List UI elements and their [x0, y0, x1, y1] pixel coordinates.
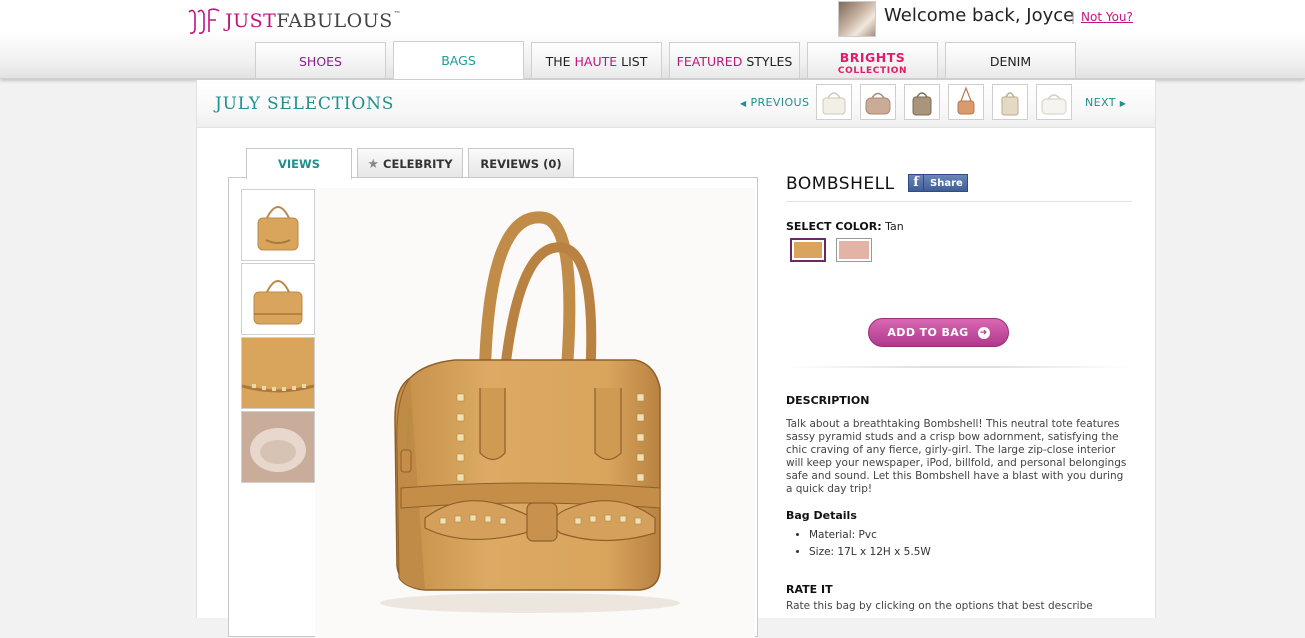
nav-tab-label: DENIM [989, 54, 1032, 69]
star-icon: ★ [367, 157, 380, 172]
rate-it-text: Rate this bag by clicking on the options… [786, 600, 1093, 612]
divider [786, 366, 1132, 368]
logo-fabulous: FABULOUS [276, 10, 393, 32]
facebook-icon: f [909, 175, 924, 191]
bag-details-list: Material: Pvc Size: 17L x 12H x 5.5W [809, 529, 931, 563]
selection-thumb[interactable] [948, 84, 984, 120]
nav-tab-label-the: THE [545, 54, 575, 69]
selection-thumb[interactable] [1036, 84, 1072, 120]
tab-views-label: VIEWS [277, 157, 320, 171]
nav-tab-label: SHOES [298, 54, 342, 69]
bag-back-thumb-icon [253, 280, 303, 325]
color-swatch-blush[interactable] [836, 238, 872, 262]
nav-tab-featured-styles[interactable]: FEATURED STYLES [669, 42, 800, 78]
description-heading: DESCRIPTION [786, 394, 870, 407]
chevron-right-icon: ▶ [1119, 99, 1127, 108]
selections-title: JULY SELECTIONS [215, 94, 395, 114]
detail-material: Material: Pvc [809, 529, 931, 541]
next-link[interactable]: NEXT ▶ [1085, 96, 1126, 109]
selected-color-value: Tan [885, 220, 904, 233]
selection-thumb[interactable] [992, 84, 1028, 120]
next-label: NEXT [1085, 96, 1116, 109]
nav-tab-haute-list[interactable]: THE HAUTE LIST [531, 42, 662, 78]
bag-interior-thumb-icon [242, 412, 314, 482]
justfabulous-logo[interactable]: JUSTFABULOUS™ [185, 6, 401, 36]
bag-details-heading: Bag Details [786, 509, 857, 522]
nav-tab-label-haute: HAUTE [574, 54, 618, 69]
nav-tab-label: BAGS [441, 53, 476, 68]
avatar[interactable] [838, 1, 876, 37]
nav-tab-bags[interactable]: BAGS [393, 41, 524, 79]
selection-thumb[interactable] [816, 84, 852, 120]
selection-thumb[interactable] [860, 84, 896, 120]
detail-size: Size: 17L x 12H x 5.5W [809, 546, 931, 558]
tab-celebrity[interactable]: ★ CELEBRITY [357, 148, 463, 178]
top-header: JUSTFABULOUS™ Welcome back, Joyce | Not … [0, 0, 1305, 79]
selections-bar: JULY SELECTIONS ◀ PREVIOUS NEXT ▶ [197, 80, 1155, 128]
view-thumb-interior[interactable] [241, 411, 315, 483]
rate-it-heading: RATE IT [786, 583, 833, 596]
view-thumb-detail[interactable] [241, 337, 315, 409]
view-thumb-front[interactable] [241, 189, 315, 261]
nav-tab-label-styles: STYLES [742, 54, 793, 69]
facebook-share-button[interactable]: f Share [908, 174, 968, 192]
nav-tab-label-featured: FEATURED [676, 54, 743, 69]
product-title: BOMBSHELL [786, 174, 895, 194]
nav-tab-label-brights: BRIGHTS [839, 50, 906, 65]
welcome-message: Welcome back, Joyce [884, 5, 1075, 26]
not-you-link[interactable]: Not You? [1081, 10, 1133, 24]
view-thumb-back[interactable] [241, 263, 315, 335]
share-label: Share [930, 177, 963, 189]
tab-reviews[interactable]: REVIEWS (0) [468, 148, 574, 178]
bag-thumb-icon [865, 92, 891, 115]
logo-tm: ™ [393, 10, 402, 18]
previous-link[interactable]: ◀ PREVIOUS [740, 96, 809, 109]
bag-detail-thumb-icon [242, 338, 314, 408]
bag-thumb-icon [957, 86, 975, 115]
logo-just: JUST [225, 10, 277, 32]
divider [786, 201, 1132, 202]
add-to-bag-button[interactable]: ADD TO BAG ➜ [868, 318, 1009, 347]
selection-thumb[interactable] [904, 84, 940, 120]
previous-label: PREVIOUS [750, 96, 810, 109]
select-color-label: SELECT COLOR: [786, 220, 882, 233]
bag-thumb-icon [912, 92, 932, 116]
arrow-right-icon: ➜ [977, 326, 990, 339]
tab-views[interactable]: VIEWS [246, 148, 352, 179]
nav-tab-brights-collection[interactable]: BRIGHTS COLLECTION [807, 42, 938, 78]
select-color: SELECT COLOR: Tan [786, 220, 904, 233]
bag-thumb-icon [1001, 92, 1019, 116]
color-swatch-tan[interactable] [790, 238, 826, 262]
nav-tab-label-list: LIST [617, 54, 648, 69]
bag-thumb-icon [1041, 94, 1067, 115]
nav-tab-denim[interactable]: DENIM [945, 42, 1076, 78]
description-text: Talk about a breathtaking Bombshell! Thi… [786, 418, 1127, 495]
tab-reviews-label: REVIEWS (0) [480, 157, 562, 171]
nav-tab-label-collection: COLLECTION [837, 66, 908, 76]
image-viewer [228, 177, 758, 638]
header-separator: | [1071, 10, 1076, 24]
nav-tab-shoes[interactable]: SHOES [255, 42, 386, 78]
bag-front-thumb-icon [257, 206, 299, 251]
bag-thumb-icon [822, 92, 846, 115]
product-panel: JULY SELECTIONS ◀ PREVIOUS NEXT ▶ VIEWS … [196, 80, 1156, 638]
bag-main-image [315, 188, 755, 638]
jf-monogram-icon [188, 8, 220, 34]
chevron-left-icon: ◀ [740, 99, 747, 108]
add-to-bag-label: ADD TO BAG [887, 326, 969, 339]
tab-celebrity-label: CELEBRITY [383, 157, 453, 171]
